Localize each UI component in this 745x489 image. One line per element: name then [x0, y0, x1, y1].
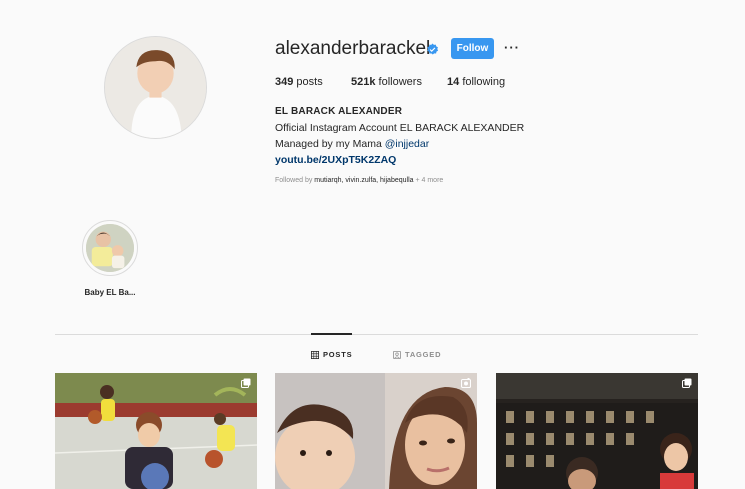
post-tile[interactable]	[55, 373, 257, 489]
igtv-icon	[461, 378, 471, 388]
post-tile[interactable]	[275, 373, 477, 489]
active-tab-indicator	[311, 333, 352, 335]
bio-full-name: EL BARACK ALEXANDER	[275, 106, 403, 117]
tab-posts[interactable]: POSTS	[311, 350, 352, 359]
followed-by-prefix: Followed by	[275, 177, 315, 184]
tab-tagged-label: TAGGED	[405, 350, 442, 359]
following-stat[interactable]: 14 following	[447, 76, 505, 88]
post-image	[275, 373, 477, 489]
post-image	[496, 373, 698, 489]
followed-by-more: + 4 more	[413, 177, 444, 184]
tabs-divider	[55, 334, 698, 335]
multiple-posts-icon	[682, 378, 692, 388]
bio-description: Official Instagram Account EL BARACK ALE…	[275, 122, 525, 134]
posts-stat-label: posts	[296, 76, 323, 88]
highlight-label: Baby EL Ba...	[84, 288, 136, 297]
followed-by-names: mutiarqh, vivin.zulfa, hijabequlla	[314, 177, 414, 184]
profile-username: alexanderbarackel	[275, 38, 431, 59]
following-stat-label: following	[462, 76, 506, 88]
following-count: 14	[447, 76, 460, 88]
multiple-posts-icon	[241, 378, 251, 388]
bio-website-link[interactable]: youtu.be/2UXpT5K2ZAQ	[275, 154, 396, 166]
grid-icon	[311, 350, 319, 359]
tab-posts-label: POSTS	[323, 350, 353, 359]
followers-stat[interactable]: 521k followers	[351, 76, 422, 88]
highlight-cover	[86, 224, 134, 272]
more-options-icon[interactable]: ···	[504, 40, 520, 55]
bio-mention-link[interactable]: @injjedar	[385, 138, 430, 150]
posts-stat: 349 posts	[275, 76, 323, 88]
bio-managed-text: Managed by my Mama	[275, 138, 385, 150]
posts-count: 349	[275, 76, 294, 88]
post-image	[55, 373, 257, 489]
verified-badge-icon	[427, 43, 439, 55]
avatar-photo	[105, 37, 206, 138]
profile-avatar[interactable]	[104, 36, 207, 139]
follow-button[interactable]: Follow	[451, 38, 494, 59]
story-highlight[interactable]	[82, 220, 138, 276]
tab-tagged[interactable]: TAGGED	[393, 350, 441, 359]
followers-count: 521k	[351, 76, 376, 88]
tagged-icon	[393, 350, 401, 359]
bio-managed-by: Managed by my Mama @injjedar	[275, 138, 429, 150]
followed-by[interactable]: Followed by mutiarqh, vivin.zulfa, hijab…	[275, 177, 443, 184]
post-tile[interactable]	[496, 373, 698, 489]
followers-stat-label: followers	[378, 76, 422, 88]
